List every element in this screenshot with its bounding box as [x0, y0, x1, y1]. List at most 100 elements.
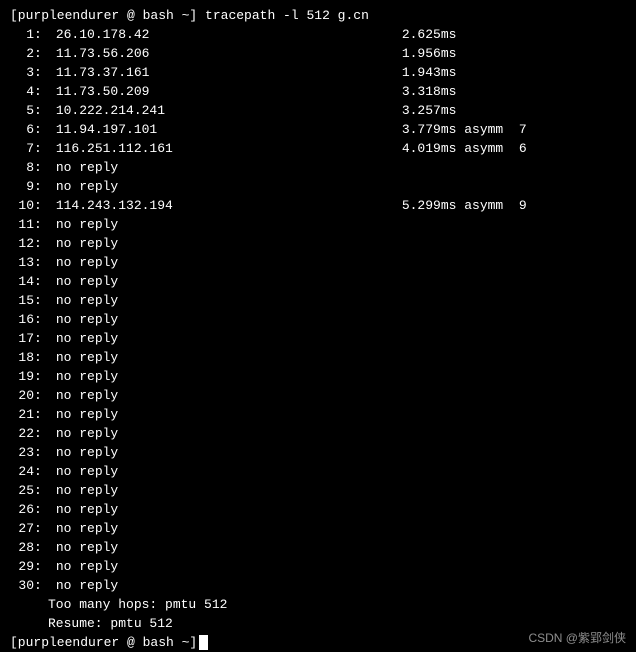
hop-row: 6:11.94.197.1013.779ms asymm 7 — [10, 120, 626, 139]
hop-host: 114.243.132.194 — [56, 196, 402, 215]
hop-rtt: 5.299ms asymm 9 — [402, 196, 527, 215]
hop-rtt: 1.956ms — [402, 44, 457, 63]
hop-host: no reply — [56, 538, 402, 557]
hop-host: 11.73.56.206 — [56, 44, 402, 63]
hop-host: no reply — [56, 348, 402, 367]
hop-row: 9:no reply — [10, 177, 626, 196]
hop-row: 28:no reply — [10, 538, 626, 557]
hop-number: 21 — [10, 405, 34, 424]
hop-row: 21:no reply — [10, 405, 626, 424]
hop-number: 25 — [10, 481, 34, 500]
command-line-2: [purpleendurer @ bash ~] — [10, 635, 208, 650]
hop-number: 6 — [10, 120, 34, 139]
hop-number: 30 — [10, 576, 34, 595]
hop-host: no reply — [56, 253, 402, 272]
hop-row: 2:11.73.56.2061.956ms — [10, 44, 626, 63]
hop-host: no reply — [56, 310, 402, 329]
hop-rtt: 1.943ms — [402, 63, 457, 82]
hop-row: 24:no reply — [10, 462, 626, 481]
terminal-output[interactable]: [purpleendurer @ bash ~] tracepath -l 51… — [10, 6, 626, 652]
hop-number: 28 — [10, 538, 34, 557]
hop-number: 1 — [10, 25, 34, 44]
hop-rtt: 4.019ms asymm 6 — [402, 139, 527, 158]
hop-number: 7 — [10, 139, 34, 158]
hop-host: 26.10.178.42 — [56, 25, 402, 44]
hop-row: 25:no reply — [10, 481, 626, 500]
hop-number: 22 — [10, 424, 34, 443]
hop-host: no reply — [56, 158, 402, 177]
hop-host: no reply — [56, 443, 402, 462]
hop-host: no reply — [56, 462, 402, 481]
hop-host: no reply — [56, 177, 402, 196]
hop-row: 23:no reply — [10, 443, 626, 462]
hop-number: 15 — [10, 291, 34, 310]
command-line: [purpleendurer @ bash ~] tracepath -l 51… — [10, 8, 369, 23]
hop-row: 1:26.10.178.422.625ms — [10, 25, 626, 44]
hop-host: no reply — [56, 405, 402, 424]
hop-host: 116.251.112.161 — [56, 139, 402, 158]
hop-host: no reply — [56, 576, 402, 595]
hop-number: 3 — [10, 63, 34, 82]
hop-number: 17 — [10, 329, 34, 348]
summary-line-too-many: Too many hops: pmtu 512 — [10, 595, 626, 614]
hop-host: no reply — [56, 291, 402, 310]
hop-number: 16 — [10, 310, 34, 329]
hop-row: 30:no reply — [10, 576, 626, 595]
command-text: tracepath -l 512 g.cn — [205, 8, 369, 23]
hop-row: 3:11.73.37.1611.943ms — [10, 63, 626, 82]
hop-row: 5:10.222.214.2413.257ms — [10, 101, 626, 120]
hop-host: 11.94.197.101 — [56, 120, 402, 139]
hop-host: 11.73.37.161 — [56, 63, 402, 82]
hop-row: 15:no reply — [10, 291, 626, 310]
hop-row: 4:11.73.50.2093.318ms — [10, 82, 626, 101]
hop-number: 19 — [10, 367, 34, 386]
hop-number: 4 — [10, 82, 34, 101]
hop-number: 23 — [10, 443, 34, 462]
hop-row: 22:no reply — [10, 424, 626, 443]
hop-number: 24 — [10, 462, 34, 481]
cursor-icon — [199, 635, 208, 650]
hop-number: 10 — [10, 196, 34, 215]
hop-rtt: 2.625ms — [402, 25, 457, 44]
hop-row: 16:no reply — [10, 310, 626, 329]
shell-prompt: [purpleendurer @ bash ~] — [10, 8, 197, 23]
hop-host: no reply — [56, 424, 402, 443]
hop-row: 7:116.251.112.1614.019ms asymm 6 — [10, 139, 626, 158]
hop-host: no reply — [56, 500, 402, 519]
hop-host: no reply — [56, 557, 402, 576]
hop-host: no reply — [56, 481, 402, 500]
hop-number: 18 — [10, 348, 34, 367]
hop-row: 29:no reply — [10, 557, 626, 576]
hop-number: 13 — [10, 253, 34, 272]
hop-host: no reply — [56, 215, 402, 234]
hop-number: 11 — [10, 215, 34, 234]
hop-number: 2 — [10, 44, 34, 63]
shell-prompt: [purpleendurer @ bash ~] — [10, 635, 197, 650]
hop-number: 27 — [10, 519, 34, 538]
hop-host: no reply — [56, 519, 402, 538]
hop-row: 17:no reply — [10, 329, 626, 348]
hop-host: no reply — [56, 272, 402, 291]
hop-host: no reply — [56, 367, 402, 386]
hop-row: 13:no reply — [10, 253, 626, 272]
hop-number: 8 — [10, 158, 34, 177]
hop-row: 18:no reply — [10, 348, 626, 367]
hop-host: 11.73.50.209 — [56, 82, 402, 101]
hop-number: 5 — [10, 101, 34, 120]
hop-row: 26:no reply — [10, 500, 626, 519]
watermark: CSDN @紫郢剑侠 — [528, 629, 626, 648]
hop-number: 26 — [10, 500, 34, 519]
hop-row: 11:no reply — [10, 215, 626, 234]
hop-host: 10.222.214.241 — [56, 101, 402, 120]
hop-rtt: 3.779ms asymm 7 — [402, 120, 527, 139]
hop-number: 14 — [10, 272, 34, 291]
hop-number: 20 — [10, 386, 34, 405]
hop-number: 9 — [10, 177, 34, 196]
hop-row: 20:no reply — [10, 386, 626, 405]
hop-number: 12 — [10, 234, 34, 253]
hop-row: 27:no reply — [10, 519, 626, 538]
hop-row: 19:no reply — [10, 367, 626, 386]
hop-row: 10:114.243.132.1945.299ms asymm 9 — [10, 196, 626, 215]
hop-row: 8:no reply — [10, 158, 626, 177]
hop-rtt: 3.257ms — [402, 101, 457, 120]
